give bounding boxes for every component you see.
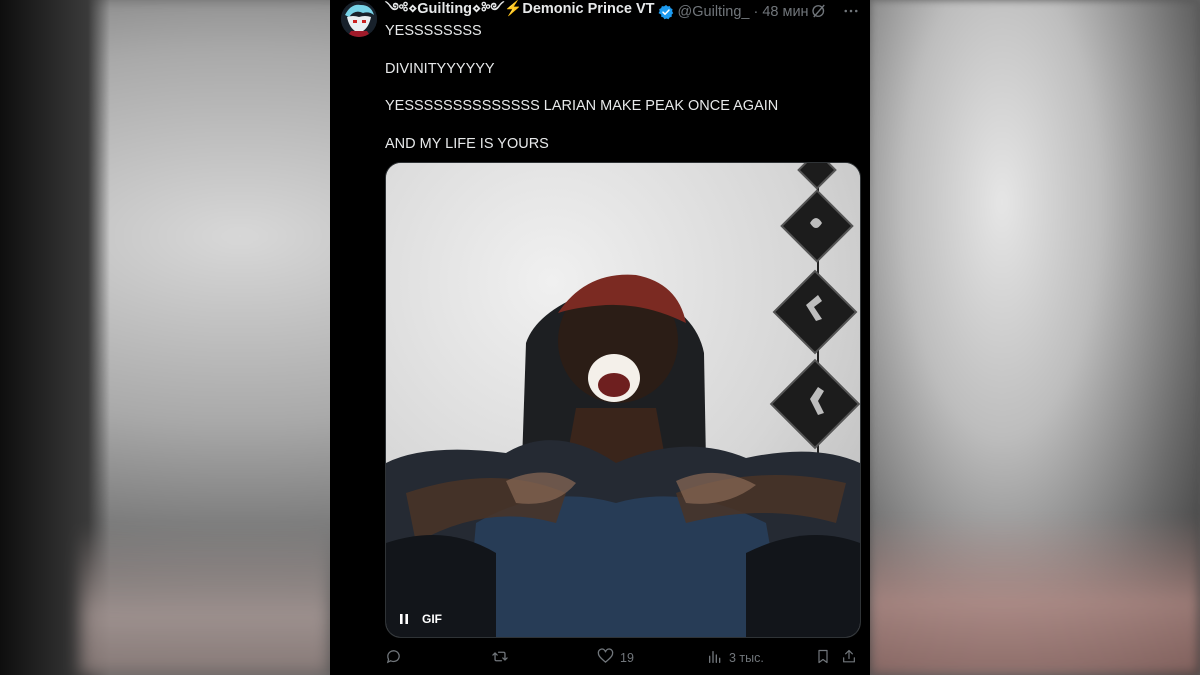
tweet-header: ༺⋄Guilting⋄༻⚡Demonic Prince VT @Guilting… [385,1,860,22]
tweet-text: YESSSSSSSS DIVINITYYYYYY YESSSSSSSSSSSSS… [385,23,855,173]
tweet-line: YESSSSSSSSSSSSSS LARIAN MAKE PEAK ONCE A… [385,98,779,114]
views-count: 3 тыс. [729,651,764,665]
gif-frame-image [386,163,860,637]
separator-dot: · [753,4,759,20]
grok-icon[interactable] [810,2,828,20]
tweet-line: DIVINITYYYYYY [385,60,495,77]
tweet-line: YESSSSSSSS [385,23,482,39]
share-button[interactable] [841,648,857,668]
reply-icon [385,648,402,668]
gif-controls: GIF [396,611,442,627]
bookmark-button[interactable] [815,648,831,668]
gif-media[interactable]: GIF [385,162,861,638]
author-handle[interactable]: @Guilting_ [678,4,750,20]
reply-button[interactable] [385,648,408,668]
pause-icon[interactable] [396,611,412,627]
verified-badge-icon [658,4,674,20]
action-bar: 19 3 тыс. [385,647,859,669]
like-button[interactable]: 19 [597,648,634,668]
background-right-glow [870,515,1200,675]
timestamp[interactable]: 48 мин [762,4,808,20]
share-icon [841,648,857,668]
heart-icon [597,648,614,668]
retweet-button[interactable] [491,648,515,668]
avatar[interactable] [341,1,377,37]
gif-badge: GIF [422,612,442,626]
views-button[interactable]: 3 тыс. [707,649,764,668]
background-left-glow [80,525,330,675]
like-count: 19 [620,651,634,665]
bookmark-icon [815,648,831,668]
more-icon[interactable] [842,2,860,20]
tweet-line: AND MY LIFE IS YOURS [385,135,549,152]
tweet[interactable]: ༺⋄Guilting⋄༻⚡Demonic Prince VT @Guilting… [330,0,870,675]
retweet-icon [491,648,509,668]
views-icon [707,649,723,668]
